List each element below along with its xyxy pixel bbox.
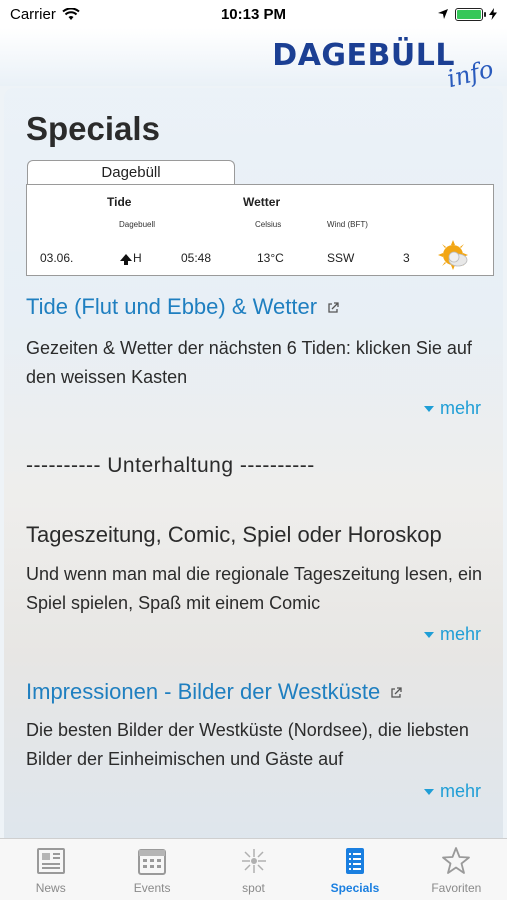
newspaper-icon [36, 848, 65, 874]
tide-wetter-link[interactable]: Tide (Flut und Ebbe) & Wetter [26, 294, 339, 320]
caret-down-icon [423, 406, 434, 413]
tab-events-label: Events [133, 881, 171, 895]
app-header: DAGEBÜLL info [0, 28, 507, 93]
tageszeitung-description: Und wenn man mal die regionale Tageszeit… [26, 564, 482, 613]
carrier-label: Carrier [10, 5, 56, 23]
tab-favoriten-label: Favoriten [431, 881, 482, 895]
wind-direction: SSW [327, 251, 355, 265]
tide-location-label: Dagebuell [119, 220, 156, 229]
page-title: Specials [26, 110, 160, 147]
tab-favoriten[interactable]: Favoriten [406, 839, 507, 900]
impressionen-link[interactable]: Impressionen - Bilder der Westküste [26, 679, 402, 705]
wind-force: 3 [403, 251, 410, 265]
tide-direction: H [120, 251, 142, 265]
star-icon [442, 847, 471, 874]
wind-label: Wind (BFT) [327, 220, 368, 229]
tide-wetter-more-button[interactable]: mehr [423, 398, 481, 419]
spot-icon [241, 849, 266, 873]
impressionen-title: Impressionen - Bilder der Westküste [26, 679, 381, 704]
caret-down-icon [423, 632, 434, 639]
battery-icon [455, 7, 486, 21]
location-arrow-icon [438, 9, 448, 19]
tide-location-tab[interactable]: Dagebüll [27, 160, 235, 184]
tide-wetter-description: Gezeiten & Wetter der nächsten 6 Tiden: … [26, 338, 472, 387]
tide-weather-box[interactable]: Tide Wetter Dagebuell Celsius Wind (BFT)… [26, 184, 494, 276]
tide-weather-widget[interactable]: Dagebüll Tide Wetter Dagebuell Celsius W… [26, 160, 496, 276]
external-link-icon [328, 302, 339, 313]
tide-date: 03.06. [40, 251, 74, 265]
status-bar: Carrier 10:13 PM [0, 0, 507, 28]
partly-cloudy-icon [438, 240, 468, 270]
tab-news[interactable]: News [0, 839, 101, 900]
tab-events[interactable]: Events [101, 839, 202, 900]
tab-spot-label: spot [242, 881, 265, 895]
external-link-icon [391, 687, 402, 698]
more-label: mehr [439, 398, 481, 418]
specials-content[interactable]: Specials Dagebüll Tide Wetter Dagebuell … [4, 88, 503, 838]
more-label: mehr [439, 781, 481, 801]
list-icon [345, 848, 364, 874]
charging-bolt-icon [489, 8, 497, 20]
temperature: 13°C [257, 251, 284, 265]
tageszeitung-title[interactable]: Tageszeitung, Comic, Spiel oder Horoskop [26, 522, 442, 548]
tide-wetter-title: Tide (Flut und Ebbe) & Wetter [26, 294, 318, 319]
battery-level [457, 9, 481, 19]
tab-spot[interactable]: spot [203, 839, 304, 900]
impressionen-more-button[interactable]: mehr [423, 781, 481, 802]
celsius-label: Celsius [255, 220, 282, 229]
impressionen-description: Die besten Bilder der Westküste (Nordsee… [26, 720, 469, 769]
tide-time: 05:48 [181, 251, 212, 265]
tab-bar: News Events spot Specials Favoriten [0, 838, 507, 900]
caret-down-icon [423, 789, 434, 796]
more-label: mehr [439, 624, 481, 644]
tide-type: H [133, 251, 142, 265]
calendar-icon [138, 849, 167, 875]
weather-header: Wetter [243, 195, 281, 209]
tageszeitung-more-button[interactable]: mehr [423, 624, 481, 645]
status-right [437, 7, 497, 21]
tab-specials-label: Specials [330, 881, 380, 895]
unterhaltung-divider: ---------- Unterhaltung ---------- [26, 454, 315, 477]
status-left: Carrier [10, 6, 80, 23]
logo-main-text: DAGEBÜLL [272, 38, 455, 73]
tide-header: Tide [107, 195, 132, 209]
wifi-icon [62, 7, 80, 20]
rising-tide-arrow-icon [120, 254, 132, 265]
dagebuell-info-logo: DAGEBÜLL info [243, 36, 495, 93]
tab-specials[interactable]: Specials [304, 839, 405, 900]
tab-news-label: News [35, 881, 66, 895]
